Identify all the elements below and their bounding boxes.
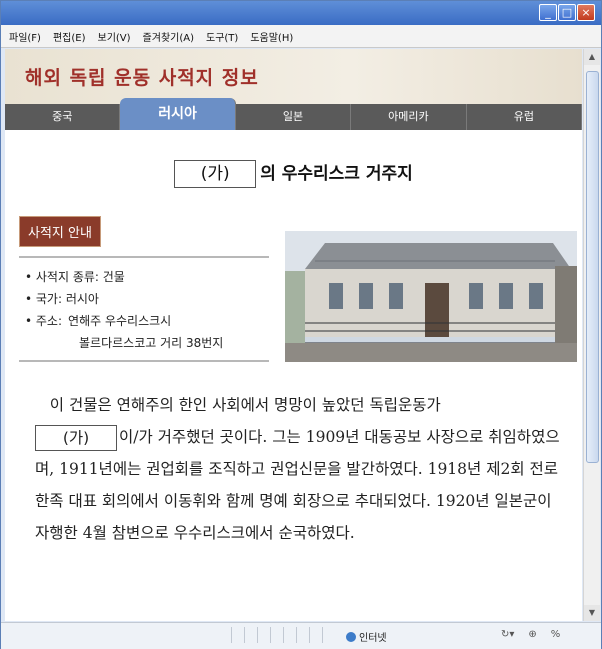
page-title: (가) 의 우수리스크 거주지 [5,159,582,188]
menu-bar: 파일(F) 편집(E) 보기(V) 즐겨찾기(A) 도구(T) 도움말(H) [1,25,601,48]
info-address-line1: 연해주 우수리스크시 [68,314,172,328]
maximize-button[interactable]: □ [558,4,576,21]
building-photo [285,231,577,362]
status-cells [231,627,335,643]
protected-mode-icon[interactable]: ↻▾ [501,629,514,640]
heading-text: 의 우수리스크 거주지 [260,164,413,184]
status-cell [283,627,296,643]
menu-favorites[interactable]: 즐겨찾기(A) [143,29,194,44]
internet-zone[interactable]: 인터넷 [346,629,387,644]
tab-russia[interactable]: 러시아 [120,98,236,130]
info-address-line2: 볼르다르스코고 거리 38번지 [79,336,224,350]
status-bar: 인터넷 ↻▾ ⊕ % [1,622,601,649]
site-title: 해외 독립 운동 사적지 정보 [25,67,259,89]
status-cell [309,627,322,643]
region-tabs: 중국 러시아 일본 아메리카 유럽 [5,98,582,130]
tab-china[interactable]: 중국 [5,104,121,130]
heading-blank-box: (가) [174,160,257,188]
scroll-thumb[interactable] [586,71,599,463]
status-right: ↻▾ ⊕ % [501,629,560,640]
status-cell [231,627,244,643]
page-content: 해외 독립 운동 사적지 정보 중국 러시아 일본 아메리카 유럽 (가) 의 우… [5,49,582,621]
scroll-down-icon[interactable]: ▼ [584,605,600,621]
close-button[interactable]: × [577,4,595,21]
zoom-level[interactable]: % [551,629,561,640]
status-cell [322,627,335,643]
description-blank-box: (가) [35,425,117,451]
status-cell [257,627,270,643]
status-cell [296,627,309,643]
description-text: 이 건물은 연해주의 한인 사회에서 명망이 높았던 독립운동가 (가) 이/가 … [35,389,565,549]
browser-window: _ □ × 파일(F) 편집(E) 보기(V) 즐겨찾기(A) 도구(T) 도움… [0,0,602,649]
tab-america[interactable]: 아메리카 [351,104,467,130]
info-country: • 국가: 러시아 [25,292,99,306]
status-cell [270,627,283,643]
scroll-up-icon[interactable]: ▲ [584,49,600,65]
menu-tools[interactable]: 도구(T) [206,29,238,44]
description-line1: 이 건물은 연해주의 한인 사회에서 명망이 높았던 독립운동가 [49,396,441,414]
menu-help[interactable]: 도움말(H) [250,29,293,44]
tab-japan[interactable]: 일본 [236,104,352,130]
zone-label: 인터넷 [359,633,387,644]
status-cell [244,627,257,643]
info-address-key: • 주소: [25,314,63,328]
title-bar: _ □ × [1,1,601,25]
site-info-list: • 사적지 종류: 건물 • 국가: 러시아 • 주소: 연해주 우수리스크시 … [19,256,269,362]
menu-view[interactable]: 보기(V) [98,29,131,44]
globe-icon [346,631,356,642]
vertical-scrollbar[interactable]: ▲ ▼ [583,49,600,621]
info-type: • 사적지 종류: 건물 [25,270,125,284]
zoom-icon[interactable]: ⊕ [528,629,536,640]
minimize-button[interactable]: _ [539,4,557,21]
site-guide-label: 사적지 안내 [19,216,101,247]
tab-europe[interactable]: 유럽 [467,104,582,130]
menu-edit[interactable]: 편집(E) [53,29,86,44]
menu-file[interactable]: 파일(F) [9,29,41,44]
site-header: 해외 독립 운동 사적지 정보 [5,49,582,104]
